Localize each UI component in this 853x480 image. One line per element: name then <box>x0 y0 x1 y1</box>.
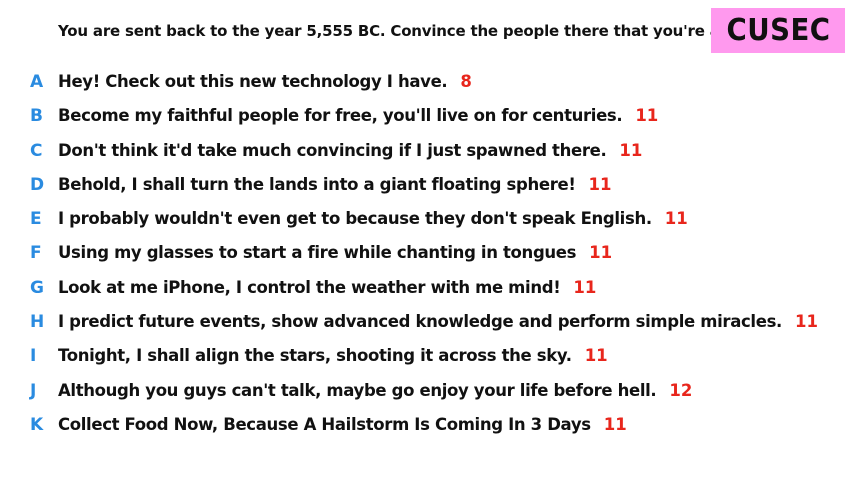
answer-score: 11 <box>584 346 608 366</box>
answer-text: Collect Food Now, Because A Hailstorm Is… <box>58 414 591 434</box>
answer-item-e: E I probably wouldn't even get to becaus… <box>30 209 818 243</box>
answer-score: 11 <box>573 277 597 297</box>
answer-item-h: H I predict future events, show advanced… <box>30 312 818 346</box>
answer-text: Using my glasses to start a fire while c… <box>58 243 577 263</box>
answer-letter: I <box>30 346 37 367</box>
answer-score: 11 <box>635 106 659 126</box>
answer-item-f: F Using my glasses to start a fire while… <box>30 243 818 277</box>
answer-letter: C <box>30 140 43 161</box>
answer-item-b: B Become my faithful people for free, yo… <box>30 106 818 140</box>
answer-text: Behold, I shall turn the lands into a gi… <box>58 174 576 194</box>
answer-letter: F <box>30 243 42 264</box>
question-prompt: You are sent back to the year 5,555 BC. … <box>58 22 762 40</box>
answer-letter: K <box>30 414 44 435</box>
answer-item-c: C Don't think it'd take much convincing … <box>30 141 818 175</box>
answer-score: 11 <box>588 174 612 194</box>
answer-score: 11 <box>664 209 688 229</box>
answer-text: Don't think it'd take much convincing if… <box>58 140 607 160</box>
answer-score: 11 <box>794 312 818 332</box>
answer-text: I predict future events, show advanced k… <box>58 312 782 332</box>
answer-item-k: K Collect Food Now, Because A Hailstorm … <box>30 415 818 449</box>
answer-letter: A <box>30 72 44 92</box>
answer-item-j: J Although you guys can't talk, maybe go… <box>30 381 818 415</box>
answer-score: 12 <box>669 380 693 400</box>
answer-text: Although you guys can't talk, maybe go e… <box>58 380 657 400</box>
answer-item-d: D Behold, I shall turn the lands into a … <box>30 175 818 209</box>
cusec-logo: CUSEC <box>711 8 845 53</box>
answer-text: Look at me iPhone, I control the weather… <box>58 277 561 297</box>
answer-score: 11 <box>589 243 613 263</box>
answer-score: 11 <box>619 140 643 160</box>
answer-score: 8 <box>460 72 472 91</box>
answer-letter: J <box>30 380 37 401</box>
answer-text: Tonight, I shall align the stars, shooti… <box>58 346 572 366</box>
answer-item-g: G Look at me iPhone, I control the weath… <box>30 278 818 312</box>
answer-item-i: I Tonight, I shall align the stars, shoo… <box>30 346 818 380</box>
answer-letter: D <box>30 174 45 195</box>
answer-letter: H <box>30 312 45 333</box>
answer-list: A Hey! Check out this new technology I h… <box>30 72 818 449</box>
answer-letter: G <box>30 277 44 298</box>
answer-letter: B <box>30 106 43 127</box>
answer-text: Hey! Check out this new technology I hav… <box>58 72 448 91</box>
answer-item-a: A Hey! Check out this new technology I h… <box>30 72 818 106</box>
answer-score: 11 <box>603 414 627 434</box>
answer-text: Become my faithful people for free, you'… <box>58 106 623 126</box>
logo-text: CUSEC <box>726 13 830 48</box>
answer-text: I probably wouldn't even get to because … <box>58 209 652 229</box>
answer-letter: E <box>30 209 42 230</box>
